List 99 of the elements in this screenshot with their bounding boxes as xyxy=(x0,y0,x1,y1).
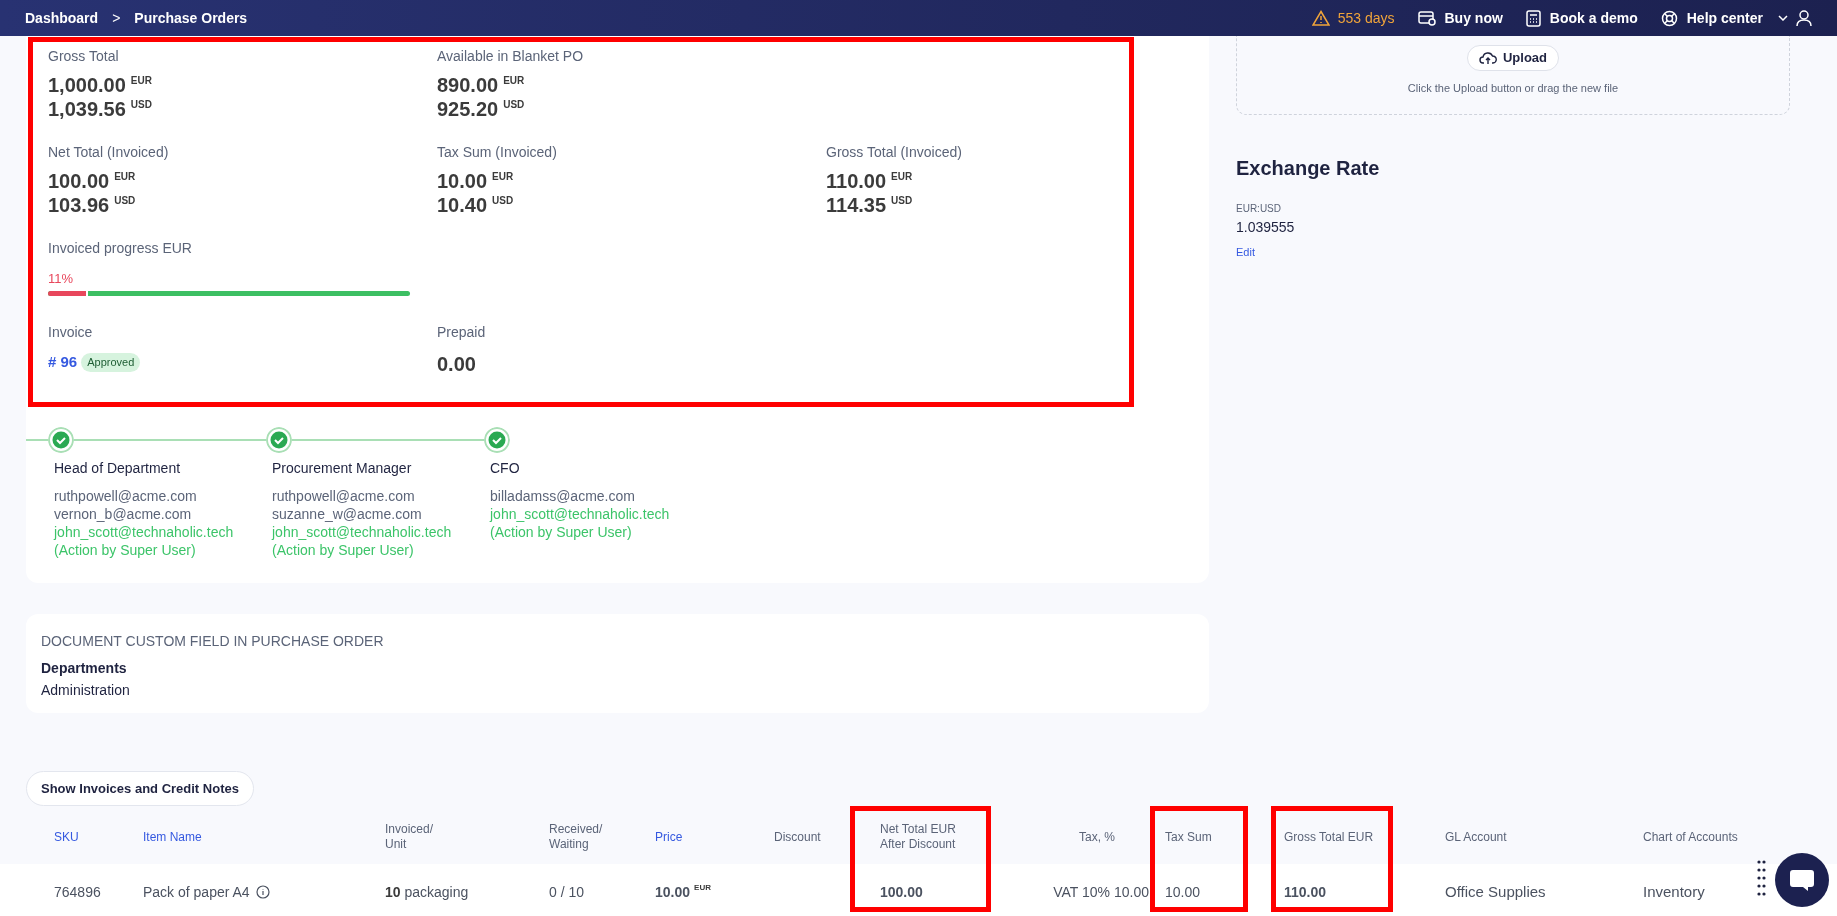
currency-code: EUR xyxy=(492,170,514,184)
section-title: DOCUMENT CUSTOM FIELD IN PURCHASE ORDER xyxy=(41,632,385,651)
approver-text: billadamss@acme.com xyxy=(490,487,636,505)
table-cell-text: 10.00 xyxy=(1165,882,1202,902)
currency-code: EUR xyxy=(503,74,525,88)
column-header: Net Total EUR After Discount xyxy=(880,822,957,852)
column-header: GL Account xyxy=(1445,829,1508,845)
show-invoices-button[interactable]: Show Invoices and Credit Notes xyxy=(26,771,254,806)
currency-pair: EUR:USD xyxy=(1236,202,1282,216)
approval-role: Head of Department xyxy=(54,459,182,478)
column-header: Gross Total EUR xyxy=(1284,829,1375,845)
column-header: Chart of Accounts xyxy=(1643,829,1739,845)
table-cell-text: 10 packaging xyxy=(385,882,470,902)
approver-text: vernon_b@acme.com xyxy=(54,505,193,523)
currency-code: EUR xyxy=(694,881,711,894)
approval-role: Procurement Manager xyxy=(272,459,413,478)
edit-link[interactable]: Edit xyxy=(1236,244,1255,261)
exchange-rate-value: 1.039555 xyxy=(1236,218,1296,237)
amount-value: 1,039.56 xyxy=(48,97,126,121)
table-cell-text: 10.00 xyxy=(655,882,691,902)
breadcrumb-separator: > xyxy=(112,8,121,28)
progress-reading: 11% xyxy=(48,270,75,288)
table-cell-text: VAT 10% 10.00 xyxy=(1052,882,1150,902)
card-icon xyxy=(1417,10,1436,26)
field-label: Invoiced progress EUR xyxy=(48,239,193,258)
column-header: Received/ Waiting xyxy=(549,822,604,852)
user-icon[interactable] xyxy=(1796,9,1812,27)
drag-handle-icon[interactable] xyxy=(1757,860,1766,896)
amount-value: 925.20 xyxy=(437,97,499,121)
lifebuoy-icon xyxy=(1660,9,1678,27)
breadcrumb-link[interactable]: Purchase Orders xyxy=(134,7,248,29)
breadcrumb-link[interactable]: Dashboard xyxy=(25,7,99,29)
field-label: Tax Sum (Invoiced) xyxy=(437,143,558,162)
field-label: Gross Total (Invoiced) xyxy=(826,143,963,162)
currency-code: EUR xyxy=(130,74,152,88)
column-header: SKU xyxy=(54,829,80,845)
amount-value: 103.96 xyxy=(48,193,110,217)
table-cell-text: 0 / 10 xyxy=(549,882,586,902)
currency-code: USD xyxy=(503,98,525,112)
table-cell-text: Office Supplies xyxy=(1445,881,1547,902)
field-label: Departments xyxy=(41,659,128,678)
field-label: Prepaid xyxy=(437,323,487,342)
amount-value: 890.00 xyxy=(437,73,499,97)
currency-code: USD xyxy=(114,194,136,208)
amount-value: 114.35 xyxy=(826,193,887,217)
topbar-action-link[interactable]: Book a demo xyxy=(1525,7,1638,29)
approval-role: CFO xyxy=(490,459,521,478)
amount-value: 10.00 xyxy=(437,169,488,193)
table-cell-text: 764896 xyxy=(54,882,102,902)
trial-days-remaining: 553 days xyxy=(1337,8,1395,28)
column-header: Tax Sum xyxy=(1165,829,1213,845)
cloud-upload-icon xyxy=(1478,51,1497,65)
table-cell-text: 110.00 xyxy=(1284,882,1328,902)
column-header: Price xyxy=(655,829,684,845)
file-drop-zone[interactable]: Upload Click the Upload button or drag the new file xyxy=(1236,36,1790,115)
approver-text: ruthpowell@acme.com xyxy=(272,487,416,505)
upload-hint: Click the Upload button or drag the new file xyxy=(1407,81,1619,96)
column-header: Invoiced/ Unit xyxy=(385,822,435,852)
currency-code: USD xyxy=(492,194,514,208)
column-header: Discount xyxy=(774,829,822,845)
table-cell-text: Inventory xyxy=(1643,881,1706,902)
warning-icon xyxy=(1311,10,1330,26)
approver-text: suzanne_w@acme.com xyxy=(272,505,423,523)
chat-bubble-icon xyxy=(1789,868,1815,892)
currency-code: EUR xyxy=(114,170,136,184)
info-icon[interactable] xyxy=(255,885,270,899)
currency-code: USD xyxy=(130,98,152,112)
amount-value: 0.00 xyxy=(437,352,477,377)
approver-text: john_scott@technaholic.tech xyxy=(54,523,235,541)
approver-text: ruthpowell@acme.com xyxy=(54,487,198,505)
approver-text: (Action by Super User) xyxy=(272,541,415,559)
field-label: Available in Blanket PO xyxy=(437,47,585,66)
currency-code: USD xyxy=(891,194,913,208)
amount-value: 110.00 xyxy=(826,169,887,193)
table-cell-text: 100.00 xyxy=(880,882,924,902)
amount-value: 100.00 xyxy=(48,169,110,193)
chevron-down-icon[interactable] xyxy=(1778,15,1788,21)
topbar-action-link[interactable]: Help center xyxy=(1660,7,1763,29)
currency-code: EUR xyxy=(891,170,913,184)
approver-text: (Action by Super User) xyxy=(490,523,633,541)
amount-value: 1,000.00 xyxy=(48,73,126,97)
calculator-icon xyxy=(1525,9,1541,27)
column-header: Item Name xyxy=(143,829,203,845)
status-badge: Approved xyxy=(81,353,141,372)
field-label: Net Total (Invoiced) xyxy=(48,143,170,162)
topbar-action-link[interactable]: Buy now xyxy=(1417,7,1503,29)
field-label: Invoice xyxy=(48,323,94,342)
upload-button[interactable]: Upload xyxy=(1466,45,1560,71)
section-heading: Exchange Rate xyxy=(1236,156,1381,181)
field-label: Gross Total xyxy=(48,47,120,66)
amount-value: 10.40 xyxy=(437,193,488,217)
field-value: Administration xyxy=(41,681,131,700)
approver-text: john_scott@technaholic.tech xyxy=(272,523,453,541)
approver-text: (Action by Super User) xyxy=(54,541,197,559)
approver-text: john_scott@technaholic.tech xyxy=(490,505,671,523)
chat-button[interactable] xyxy=(1775,853,1829,907)
invoice-link[interactable]: # 96 xyxy=(48,351,78,374)
table-cell-text: Pack of paper A4 xyxy=(143,882,250,902)
column-header: Tax, % xyxy=(1078,829,1116,845)
